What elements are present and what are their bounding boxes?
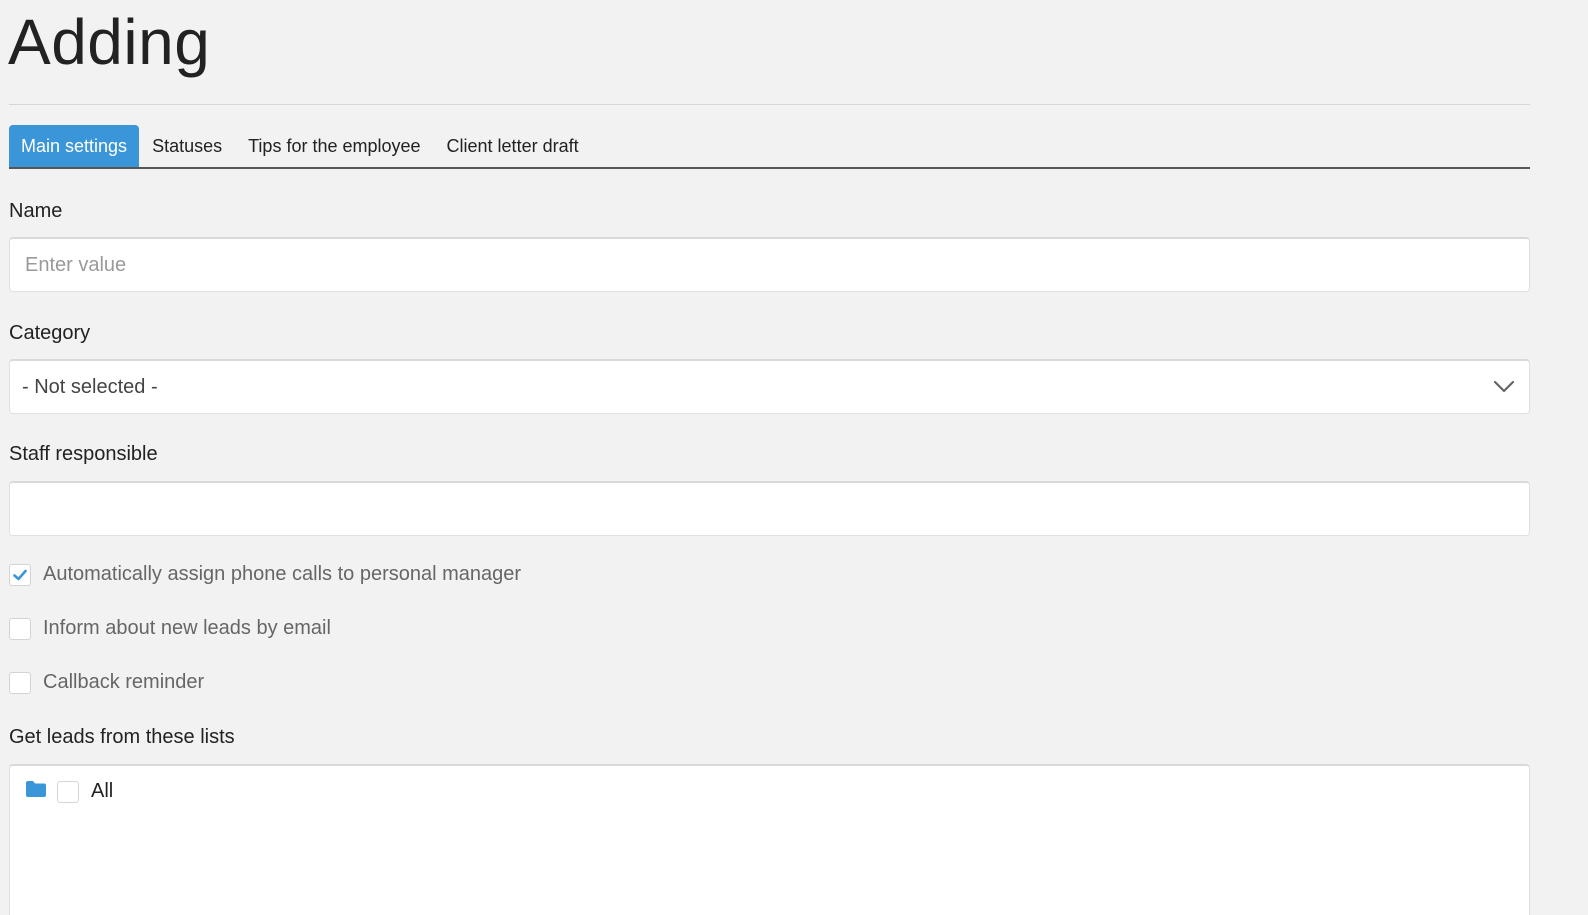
staff-responsible-input[interactable] xyxy=(10,483,1529,535)
page: Adding Main settings Statuses Tips for t… xyxy=(0,0,1588,915)
inform-new-leads-option[interactable]: Inform about new leads by email xyxy=(9,617,331,640)
callback-reminder-option[interactable]: Callback reminder xyxy=(9,671,204,694)
staff-responsible-label: Staff responsible xyxy=(9,443,158,465)
lead-lists-tree: All xyxy=(9,764,1530,915)
name-input[interactable] xyxy=(10,239,1529,291)
tree-item-all[interactable]: All xyxy=(25,780,113,803)
category-label: Category xyxy=(9,322,91,344)
lead-lists-label: Get leads from these lists xyxy=(9,726,235,748)
inform-new-leads-checkbox[interactable] xyxy=(9,617,31,640)
category-selected-value: - Not selected - xyxy=(22,375,158,398)
callback-reminder-label: Callback reminder xyxy=(43,671,205,693)
checkmark-icon xyxy=(13,569,27,580)
name-field-wrapper xyxy=(9,237,1530,292)
tree-item-all-label: All xyxy=(91,780,114,802)
tab-statuses[interactable]: Statuses xyxy=(139,125,235,167)
name-label: Name xyxy=(9,200,63,222)
staff-field-wrapper xyxy=(9,481,1530,536)
tree-item-all-checkbox[interactable] xyxy=(57,780,79,803)
tab-main-settings[interactable]: Main settings xyxy=(9,125,140,167)
auto-assign-calls-option[interactable]: Automatically assign phone calls to pers… xyxy=(9,563,521,586)
auto-assign-calls-checkbox[interactable] xyxy=(9,563,31,586)
folder-icon[interactable] xyxy=(25,779,47,799)
tab-tips-for-employee[interactable]: Tips for the employee xyxy=(235,125,433,167)
auto-assign-calls-label: Automatically assign phone calls to pers… xyxy=(43,563,522,585)
page-title: Adding xyxy=(8,6,211,78)
tab-client-letter-draft[interactable]: Client letter draft xyxy=(434,125,592,167)
tab-bar: Main settings Statuses Tips for the empl… xyxy=(9,125,1530,169)
inform-new-leads-label: Inform about new leads by email xyxy=(43,617,331,639)
title-divider xyxy=(9,104,1530,105)
callback-reminder-checkbox[interactable] xyxy=(9,671,31,694)
chevron-down-icon xyxy=(1493,380,1515,393)
category-select[interactable]: - Not selected - xyxy=(9,359,1530,414)
